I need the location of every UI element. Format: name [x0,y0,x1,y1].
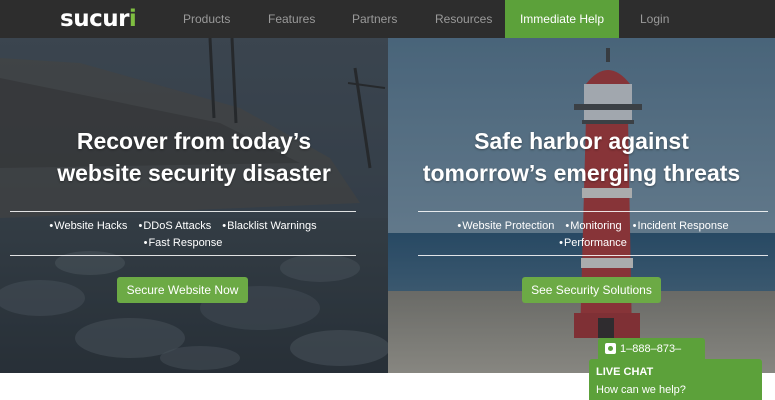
logo-text: sucur [60,6,129,32]
sucuri-logo[interactable]: sucur i [60,6,137,32]
live-chat-prompt: How can we help? [596,384,686,396]
nav-immediate-help[interactable]: Immediate Help [505,0,619,38]
lighthouse-background [388,38,775,373]
divider-bottom [10,255,356,256]
secure-website-now-button[interactable]: Secure Website Now [117,277,248,303]
bullet-item: Blacklist Warnings [222,220,316,232]
shipwreck-background [0,38,388,373]
bullet-item: DDoS Attacks [138,220,211,232]
hero-recover: Recover from today’s website security di… [0,38,388,373]
feature-bullets: Website Hacks DDoS Attacks Blacklist War… [10,218,356,252]
top-navigation: sucur i Products Features Partners Resour… [0,0,775,38]
nav-features[interactable]: Features [268,0,315,38]
nav-products[interactable]: Products [183,0,230,38]
hero-safe-harbor: Safe harbor against tomorrow’s emerging … [388,38,775,373]
feature-bullets: Website Protection Monitoring Incident R… [418,218,768,252]
live-chat-widget[interactable]: LIVE CHAT How can we help? [589,359,762,400]
nav-partners[interactable]: Partners [352,0,397,38]
hero-title-line-1: Safe harbor against [474,128,689,154]
logo-accent: i [128,6,137,32]
bullet-item: Fast Response [144,237,223,249]
hero-title-line-2: tomorrow’s emerging threats [422,160,741,186]
hero-title-line-2: website security disaster [57,160,331,186]
bullet-item: Incident Response [633,220,729,232]
nav-login[interactable]: Login [640,0,669,38]
live-chat-title: LIVE CHAT [596,366,654,378]
divider-top [418,211,768,212]
see-security-solutions-button[interactable]: See Security Solutions [522,277,661,303]
phone-icon [605,343,616,354]
bullet-item: Website Hacks [49,220,127,232]
bullet-item: Monitoring [565,220,621,232]
nav-resources[interactable]: Resources [435,0,492,38]
divider-top [10,211,356,212]
bullet-item: Website Protection [457,220,554,232]
bullet-item: Performance [559,237,627,249]
divider-bottom [418,255,768,256]
phone-contact-tab[interactable]: 1–888–873–0817 [598,338,705,377]
hero-title-line-1: Recover from today’s [76,128,312,154]
